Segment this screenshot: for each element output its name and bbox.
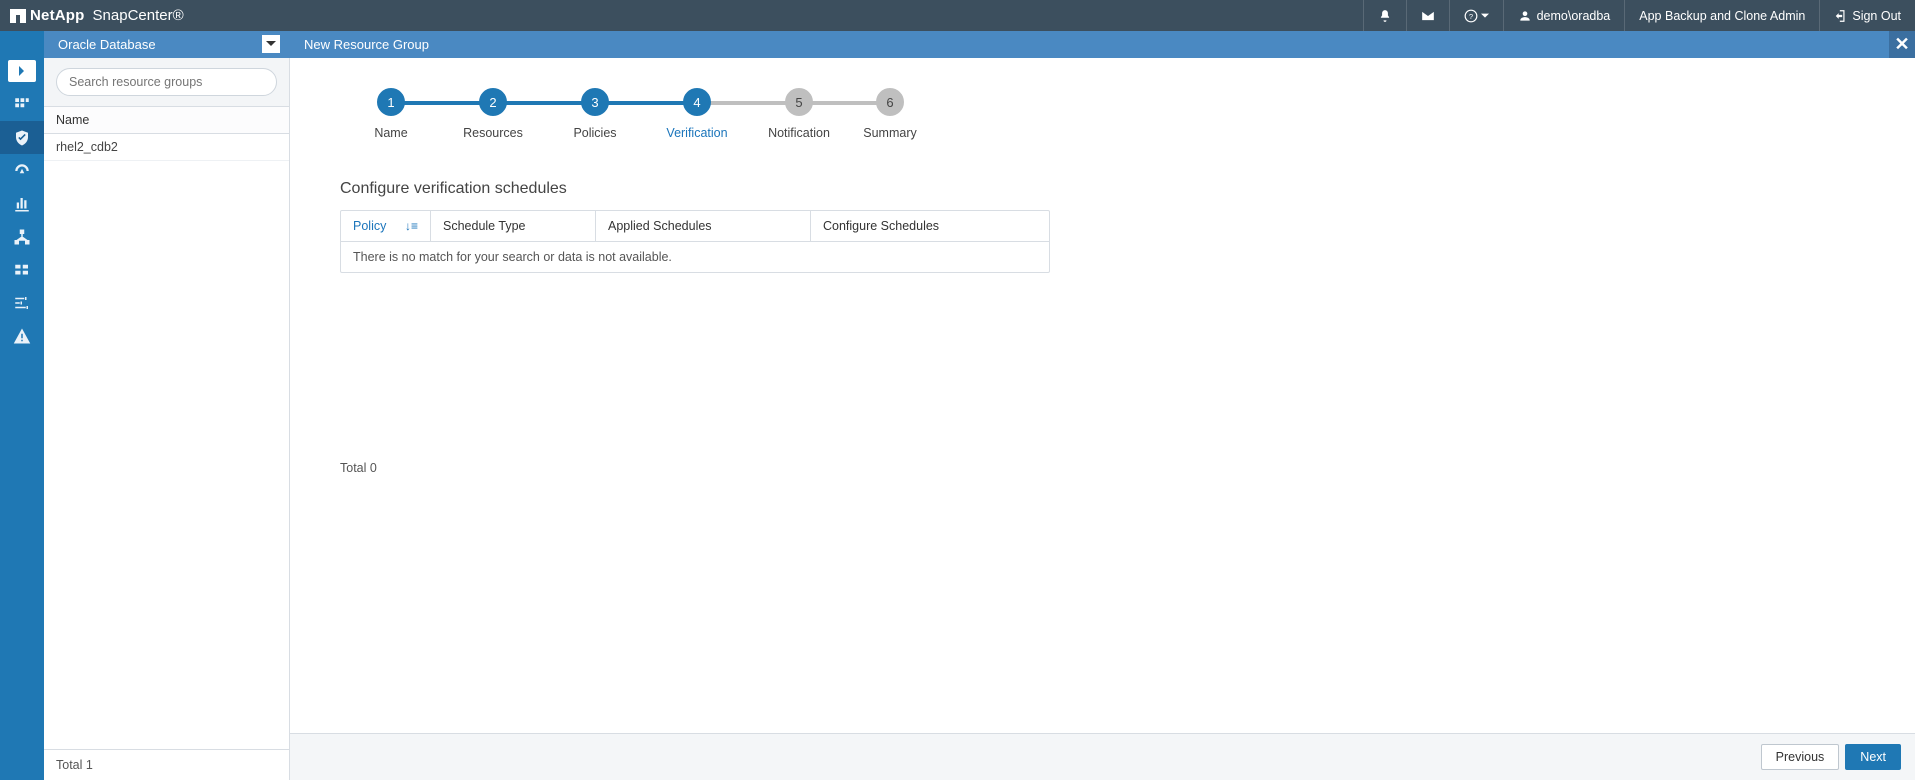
nav-reports[interactable] xyxy=(0,187,44,220)
topology-icon xyxy=(13,228,31,246)
user-icon xyxy=(1518,9,1532,23)
blocks-icon xyxy=(13,261,31,279)
nav-dashboard[interactable] xyxy=(0,88,44,121)
close-wizard-button[interactable]: ✕ xyxy=(1889,31,1915,58)
nav-hosts[interactable] xyxy=(0,220,44,253)
topbar: NetApp SnapCenter® ? demo\oradba App Bac… xyxy=(0,0,1915,31)
db-type-dropdown[interactable] xyxy=(262,35,280,53)
context-bar: Oracle Database New Resource Group ✕ xyxy=(0,31,1915,58)
svg-text:?: ? xyxy=(1468,11,1472,20)
next-button[interactable]: Next xyxy=(1845,744,1901,770)
shield-check-icon xyxy=(13,129,31,147)
nav-storage[interactable] xyxy=(0,253,44,286)
grid-icon xyxy=(13,96,31,114)
verification-schedule-table: Policy ↓≡ Schedule Type Applied Schedule… xyxy=(340,210,1050,273)
netapp-logo-icon xyxy=(10,9,26,23)
step-verification[interactable]: 4 Verification xyxy=(646,88,748,140)
col-schedule-type[interactable]: Schedule Type xyxy=(431,211,596,241)
context-db-selector: Oracle Database xyxy=(44,31,290,58)
wizard-stepper: 1 Name 2 Resources 3 Policies 4 xyxy=(340,88,1865,140)
step-policies[interactable]: 3 Policies xyxy=(544,88,646,140)
col-applied-schedules[interactable]: Applied Schedules xyxy=(596,211,811,241)
chart-icon xyxy=(13,195,31,213)
gauge-icon xyxy=(13,162,31,180)
topbar-actions: ? demo\oradba App Backup and Clone Admin… xyxy=(1363,0,1915,31)
bell-icon xyxy=(1378,9,1392,23)
notifications-button[interactable] xyxy=(1363,0,1406,31)
close-icon: ✕ xyxy=(1894,34,1909,55)
step-summary[interactable]: 6 Summary xyxy=(850,88,930,140)
verification-section-title: Configure verification schedules xyxy=(340,180,1865,198)
schedule-table-header: Policy ↓≡ Schedule Type Applied Schedule… xyxy=(341,211,1049,241)
user-menu[interactable]: demo\oradba xyxy=(1503,0,1625,31)
role-label[interactable]: App Backup and Clone Admin xyxy=(1624,0,1819,31)
context-db-label: Oracle Database xyxy=(58,37,156,52)
brand-company: NetApp xyxy=(30,7,85,24)
mail-icon xyxy=(1421,9,1435,23)
nav-settings[interactable] xyxy=(0,286,44,319)
chevron-down-icon xyxy=(266,39,276,49)
resource-total: Total 1 xyxy=(44,749,289,780)
wizard-title: New Resource Group xyxy=(290,31,1889,58)
step-name[interactable]: 1 Name xyxy=(340,88,442,140)
chevron-down-icon xyxy=(1481,12,1489,20)
signout-icon xyxy=(1834,9,1848,23)
messages-button[interactable] xyxy=(1406,0,1449,31)
nav-alerts[interactable] xyxy=(0,319,44,352)
chevron-right-icon xyxy=(17,66,27,76)
previous-button[interactable]: Previous xyxy=(1761,744,1840,770)
side-nav-rail xyxy=(0,58,44,780)
sliders-icon xyxy=(13,294,31,312)
signout-button[interactable]: Sign Out xyxy=(1819,0,1915,31)
col-configure-schedules[interactable]: Configure Schedules xyxy=(811,211,1049,241)
step-resources[interactable]: 2 Resources xyxy=(442,88,544,140)
user-label: demo\oradba xyxy=(1537,9,1611,23)
col-policy[interactable]: Policy ↓≡ xyxy=(341,211,431,241)
resource-search-input[interactable] xyxy=(56,68,277,96)
resource-column-header[interactable]: Name xyxy=(44,106,289,134)
sort-asc-icon[interactable]: ↓≡ xyxy=(405,219,418,233)
resource-search-wrap xyxy=(44,58,289,106)
step-notification[interactable]: 5 Notification xyxy=(748,88,850,140)
help-icon: ? xyxy=(1464,9,1478,23)
schedule-total: Total 0 xyxy=(340,461,1865,475)
nav-monitor[interactable] xyxy=(0,154,44,187)
help-button[interactable]: ? xyxy=(1449,0,1503,31)
brand-product: SnapCenter® xyxy=(93,7,184,24)
wizard-footer: Previous Next xyxy=(290,733,1915,780)
resource-panel: Name rhel2_cdb2 Total 1 xyxy=(44,58,290,780)
warning-icon xyxy=(13,327,31,345)
nav-expand-button[interactable] xyxy=(8,60,36,82)
nav-resources[interactable] xyxy=(0,121,44,154)
wizard-main: 1 Name 2 Resources 3 Policies 4 xyxy=(290,58,1915,780)
schedule-empty-message: There is no match for your search or dat… xyxy=(341,241,1049,272)
resource-row[interactable]: rhel2_cdb2 xyxy=(44,134,289,161)
brand: NetApp SnapCenter® xyxy=(10,7,184,24)
